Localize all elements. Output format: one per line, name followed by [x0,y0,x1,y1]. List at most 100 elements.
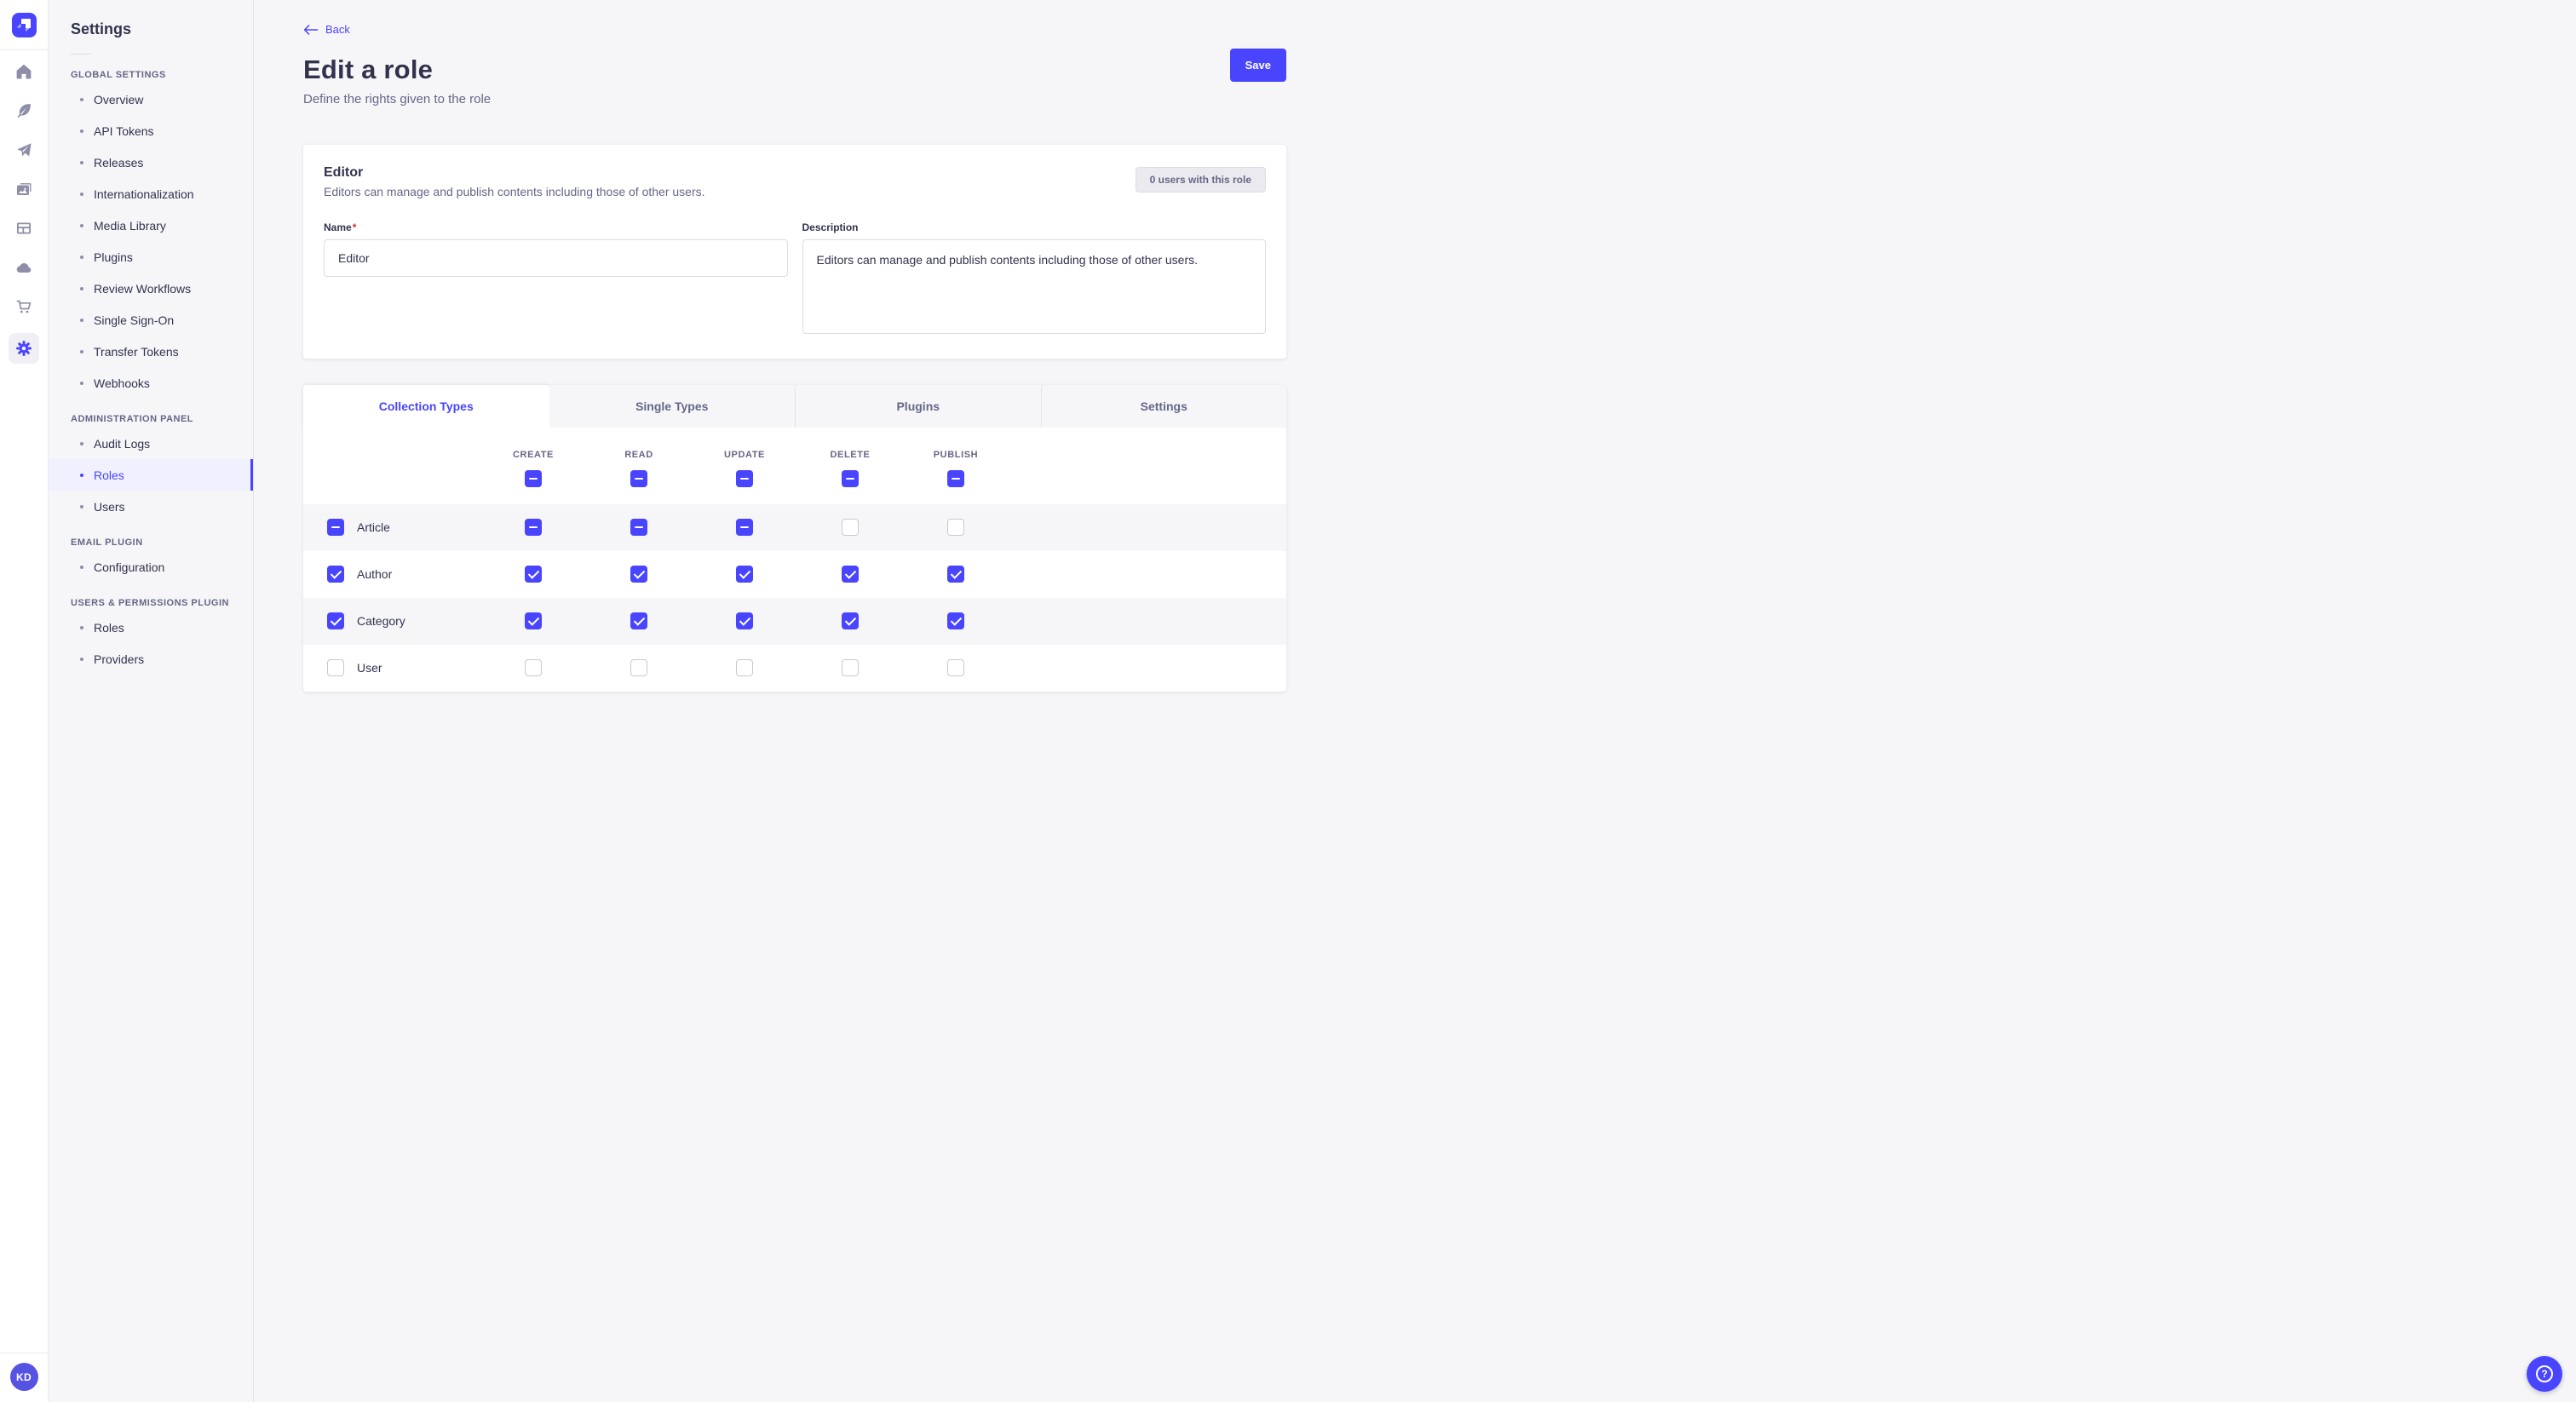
content-type-builder-feather-icon[interactable] [14,101,33,120]
bullet-icon [80,474,83,477]
select-row-category-checkbox[interactable] [327,612,344,629]
perm-user-read-checkbox[interactable] [630,659,647,676]
select-all-update-checkbox[interactable] [736,470,753,487]
select-all-delete-checkbox[interactable] [842,470,859,487]
home-icon[interactable] [14,62,33,81]
bullet-icon [80,382,83,385]
sidebar-item-media-library[interactable]: Media Library [49,210,253,241]
name-label: Name* [324,221,788,233]
perm-category-read-checkbox[interactable] [630,612,647,629]
tab-settings[interactable]: Settings [1041,385,1287,428]
perm-article-delete-checkbox[interactable] [842,519,859,536]
users-with-role-badge[interactable]: 0 users with this role [1136,167,1266,192]
user-avatar[interactable]: KD [10,1363,38,1391]
content-type-label: Category [357,614,405,628]
sidebar-item-roles[interactable]: Roles [49,459,253,491]
strapi-logo-icon[interactable] [12,13,37,37]
back-label: Back [325,23,350,36]
save-button[interactable]: Save [1230,49,1286,82]
sidebar-item-transfer-tokens[interactable]: Transfer Tokens [49,336,253,367]
sidebar-item-internationalization[interactable]: Internationalization [49,178,253,210]
settings-sidebar: Settings GLOBAL SETTINGSOverviewAPI Toke… [49,0,254,1402]
select-row-user-checkbox[interactable] [327,659,344,676]
perm-author-publish-checkbox[interactable] [947,566,964,583]
perm-author-update-checkbox[interactable] [736,566,753,583]
tab-single-types[interactable]: Single Types [549,385,796,428]
sidebar-item-label: Webhooks [94,376,150,390]
sidebar-item-label: Audit Logs [94,437,150,451]
perm-article-read-checkbox[interactable] [630,519,647,536]
perm-user-create-checkbox[interactable] [525,659,542,676]
sidebar-item-api-tokens[interactable]: API Tokens [49,115,253,147]
sidebar-item-label: Releases [94,156,143,170]
perm-article-publish-checkbox[interactable] [947,519,964,536]
perm-user-publish-checkbox[interactable] [947,659,964,676]
sidebar-item-review-workflows[interactable]: Review Workflows [49,273,253,304]
tab-collection-types[interactable]: Collection Types [303,385,549,428]
sidebar-item-configuration[interactable]: Configuration [49,551,253,583]
select-all-create-checkbox[interactable] [525,470,542,487]
permission-row-author: Author [303,551,1286,598]
perm-category-publish-checkbox[interactable] [947,612,964,629]
role-form: Name* Description Editors can manage and… [324,221,1266,338]
sidebar-item-overview[interactable]: Overview [49,83,253,115]
column-header-publish: PUBLISH [934,450,978,460]
sidebar-section-heading-global-settings: GLOBAL SETTINGS [49,70,253,80]
perm-category-update-checkbox[interactable] [736,612,753,629]
sidebar-item-webhooks[interactable]: Webhooks [49,367,253,399]
sidebar-item-audit-logs[interactable]: Audit Logs [49,428,253,459]
permissions-table: CREATEREADUPDATEDELETEPUBLISH ArticleAut… [303,428,1286,692]
sidebar-item-single-sign-on[interactable]: Single Sign-On [49,304,253,336]
select-all-publish-checkbox[interactable] [947,470,964,487]
perm-category-create-checkbox[interactable] [525,612,542,629]
perm-article-update-checkbox[interactable] [736,519,753,536]
sidebar-item-label: Configuration [94,560,164,574]
permissions-card: Collection TypesSingle TypesPluginsSetti… [303,385,1286,692]
perm-category-delete-checkbox[interactable] [842,612,859,629]
sidebar-item-label: Review Workflows [94,282,191,296]
rail-nav [9,50,39,364]
deploy-paper-plane-icon[interactable] [14,141,33,159]
permission-row-category: Category [303,598,1286,645]
select-row-article-checkbox[interactable] [327,519,344,536]
settings-gear-icon[interactable] [9,333,39,364]
permission-row-article: Article [303,504,1286,551]
bullet-icon [80,505,83,509]
sidebar-item-label: Transfer Tokens [94,345,179,359]
back-link[interactable]: Back [303,23,350,36]
sidebar-item-roles[interactable]: Roles [49,612,253,643]
question-mark-icon: ? [2536,1365,2553,1382]
name-input[interactable] [324,239,788,277]
sidebar-item-label: Media Library [94,219,166,233]
sidebar-item-plugins[interactable]: Plugins [49,241,253,273]
perm-author-read-checkbox[interactable] [630,566,647,583]
icon-rail: KD [0,0,49,1402]
perm-author-delete-checkbox[interactable] [842,566,859,583]
sidebar-section-heading-email-plugin: EMAIL PLUGIN [49,537,253,548]
permission-row-user: User [303,645,1286,692]
sidebar-item-providers[interactable]: Providers [49,643,253,675]
select-all-read-checkbox[interactable] [630,470,647,487]
marketplace-cart-icon[interactable] [14,297,33,316]
content-manager-layout-icon[interactable] [14,219,33,238]
sidebar-item-releases[interactable]: Releases [49,147,253,178]
rail-bottom: KD [0,1353,48,1402]
description-textarea[interactable]: Editors can manage and publish contents … [802,239,1267,334]
perm-author-create-checkbox[interactable] [525,566,542,583]
bullet-icon [80,626,83,629]
name-field-group: Name* [324,221,788,338]
cloud-icon[interactable] [14,258,33,277]
sidebar-item-users[interactable]: Users [49,491,253,522]
perm-article-create-checkbox[interactable] [525,519,542,536]
perm-user-update-checkbox[interactable] [736,659,753,676]
sidebar-item-label: Roles [94,621,124,635]
bullet-icon [80,129,83,133]
help-button[interactable]: ? [2527,1356,2562,1392]
sidebar-sections: GLOBAL SETTINGS OverviewAPI Tokens Release… [49,70,253,675]
select-row-author-checkbox[interactable] [327,566,344,583]
required-asterisk: * [353,221,357,233]
perm-user-delete-checkbox[interactable] [842,659,859,676]
tab-plugins[interactable]: Plugins [795,385,1041,428]
content-type-label: Article [357,520,390,534]
media-library-images-icon[interactable] [14,180,33,198]
